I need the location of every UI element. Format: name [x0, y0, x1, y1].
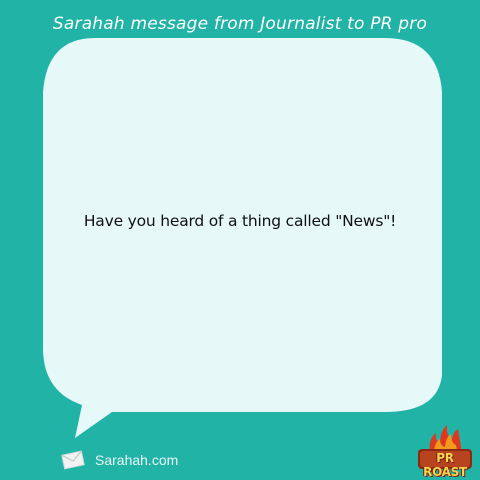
pr-roast-logo: PR ROAST: [416, 421, 474, 479]
logo-text: PR ROAST: [423, 451, 467, 479]
speech-bubble: Have you heard of a thing called "News"!: [0, 0, 480, 480]
message-text: Have you heard of a thing called "News"!: [83, 212, 397, 230]
speech-bubble-shape: [43, 38, 442, 438]
footer: Sarahah.com: [60, 449, 178, 471]
site-label: Sarahah.com: [95, 452, 179, 468]
envelope-icon: [60, 449, 86, 471]
